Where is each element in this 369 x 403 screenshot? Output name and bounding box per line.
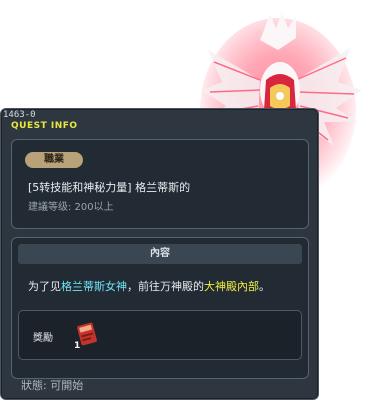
window-title: QUEST INFO	[11, 121, 78, 131]
quest-name: [5转技能和神秘力量] 格兰蒂斯的	[28, 181, 191, 194]
content-panel: 內容 为了见格兰蒂斯女神，前往万神殿的大神殿內部。 獎勵 1	[11, 237, 309, 379]
quest-id: 1463-0	[3, 110, 36, 120]
reward-item-count: 1	[74, 341, 81, 351]
npc-name-highlight: 格兰蒂斯女神	[61, 280, 127, 293]
quest-info-window: 1463-0 QUEST INFO 職業 [5转技能和神秘力量] 格兰蒂斯的 建…	[0, 108, 319, 400]
description-text: 。	[259, 280, 270, 293]
job-badge: 職業	[25, 152, 83, 168]
job-panel: 職業 [5转技能和神秘力量] 格兰蒂斯的 建議等级: 200以上	[11, 139, 309, 229]
quest-description: 为了见格兰蒂斯女神，前往万神殿的大神殿內部。	[28, 278, 270, 294]
reward-label: 獎勵	[33, 333, 53, 344]
description-text: ，前往万神殿的	[127, 280, 204, 293]
location-highlight: 大神殿內部	[204, 280, 259, 293]
content-header: 內容	[18, 244, 302, 264]
quest-status: 狀態: 可開始	[21, 379, 84, 392]
description-text: 为了见	[28, 280, 61, 293]
recommended-level: 建議等级: 200以上	[28, 202, 114, 213]
reward-box: 獎勵 1	[18, 310, 302, 360]
